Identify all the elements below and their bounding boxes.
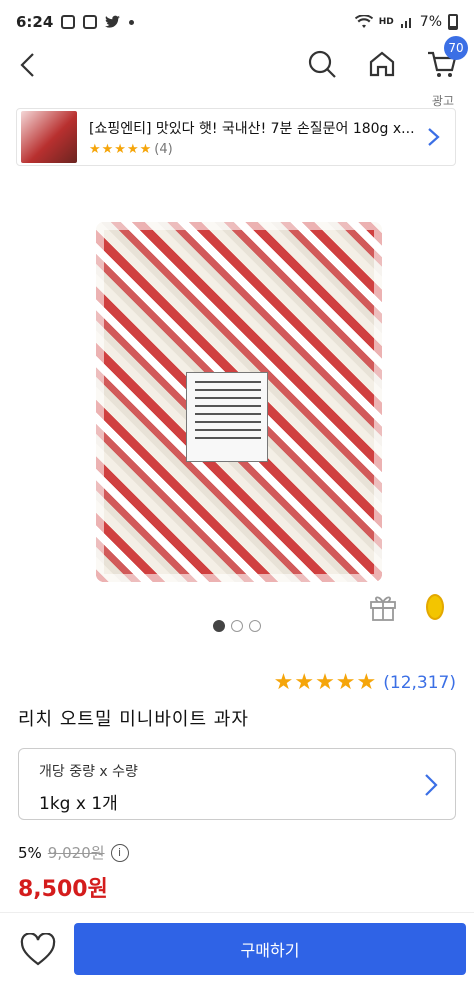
twitter-icon [105, 15, 121, 28]
signal-icon [400, 18, 411, 28]
gift-icon[interactable] [368, 592, 398, 622]
gallery-dot[interactable] [249, 620, 261, 632]
ad-star-rating: ★★★★★ [89, 141, 153, 157]
back-button[interactable] [14, 50, 44, 80]
app-notification-icon [83, 15, 98, 29]
ad-banner[interactable]: [쇼핑엔티] 맛있다 햇! 국내산! 7분 손질문어 180g x... ★★★… [16, 108, 456, 166]
product-rating[interactable]: ★★★★★ (12,317) [274, 670, 456, 695]
top-nav: 70 [0, 36, 474, 88]
status-bar: 6:24 HD 7% [0, 0, 474, 44]
gallery-dot-active[interactable] [213, 620, 225, 632]
gallery-dot[interactable] [231, 620, 243, 632]
hd-voice-label: HD [378, 16, 394, 27]
heart-icon[interactable] [20, 933, 56, 967]
cart-count-badge: 70 [444, 36, 468, 60]
gallery-pagination [0, 620, 474, 632]
coin-icon[interactable] [426, 594, 444, 620]
ad-title: [쇼핑엔티] 맛있다 햇! 국내산! 7분 손질문어 180g x... [89, 120, 415, 137]
option-selector[interactable]: 개당 중량 x 수량 1kg x 1개 [18, 748, 456, 820]
bottom-action-bar: 구매하기 [0, 912, 474, 1000]
chevron-right-icon [425, 774, 438, 796]
ad-label: 광고 [431, 94, 454, 108]
home-icon[interactable] [366, 48, 398, 80]
more-notifications-dot [129, 19, 135, 25]
wifi-icon [354, 15, 373, 28]
battery-percent: 7% [419, 14, 442, 30]
status-time: 6:24 [16, 13, 54, 31]
ad-thumbnail [21, 111, 77, 163]
chevron-right-icon [428, 128, 440, 146]
final-price: 8,500원 [18, 877, 108, 902]
discount-rate: 5% [18, 843, 42, 862]
info-icon[interactable]: i [110, 843, 129, 862]
search-icon[interactable] [306, 48, 338, 80]
option-value: 1kg x 1개 [39, 794, 118, 814]
buy-button[interactable]: 구매하기 [74, 923, 466, 975]
original-price: 9,020원 [47, 844, 105, 862]
product-package-label [186, 372, 268, 462]
option-label: 개당 중량 x 수량 [39, 764, 138, 780]
ad-review-count: (4) [154, 141, 173, 157]
product-review-count: (12,317) [383, 672, 456, 693]
instagram-icon [61, 15, 76, 29]
price-section: 5% 9,020원 i 8,500원 [18, 842, 129, 903]
product-title: 리치 오트밀 미니바이트 과자 [18, 709, 249, 730]
cart-button[interactable]: 70 [426, 36, 468, 80]
product-star-rating: ★★★★★ [273, 670, 378, 695]
product-image[interactable] [96, 222, 382, 582]
battery-icon [448, 14, 458, 30]
